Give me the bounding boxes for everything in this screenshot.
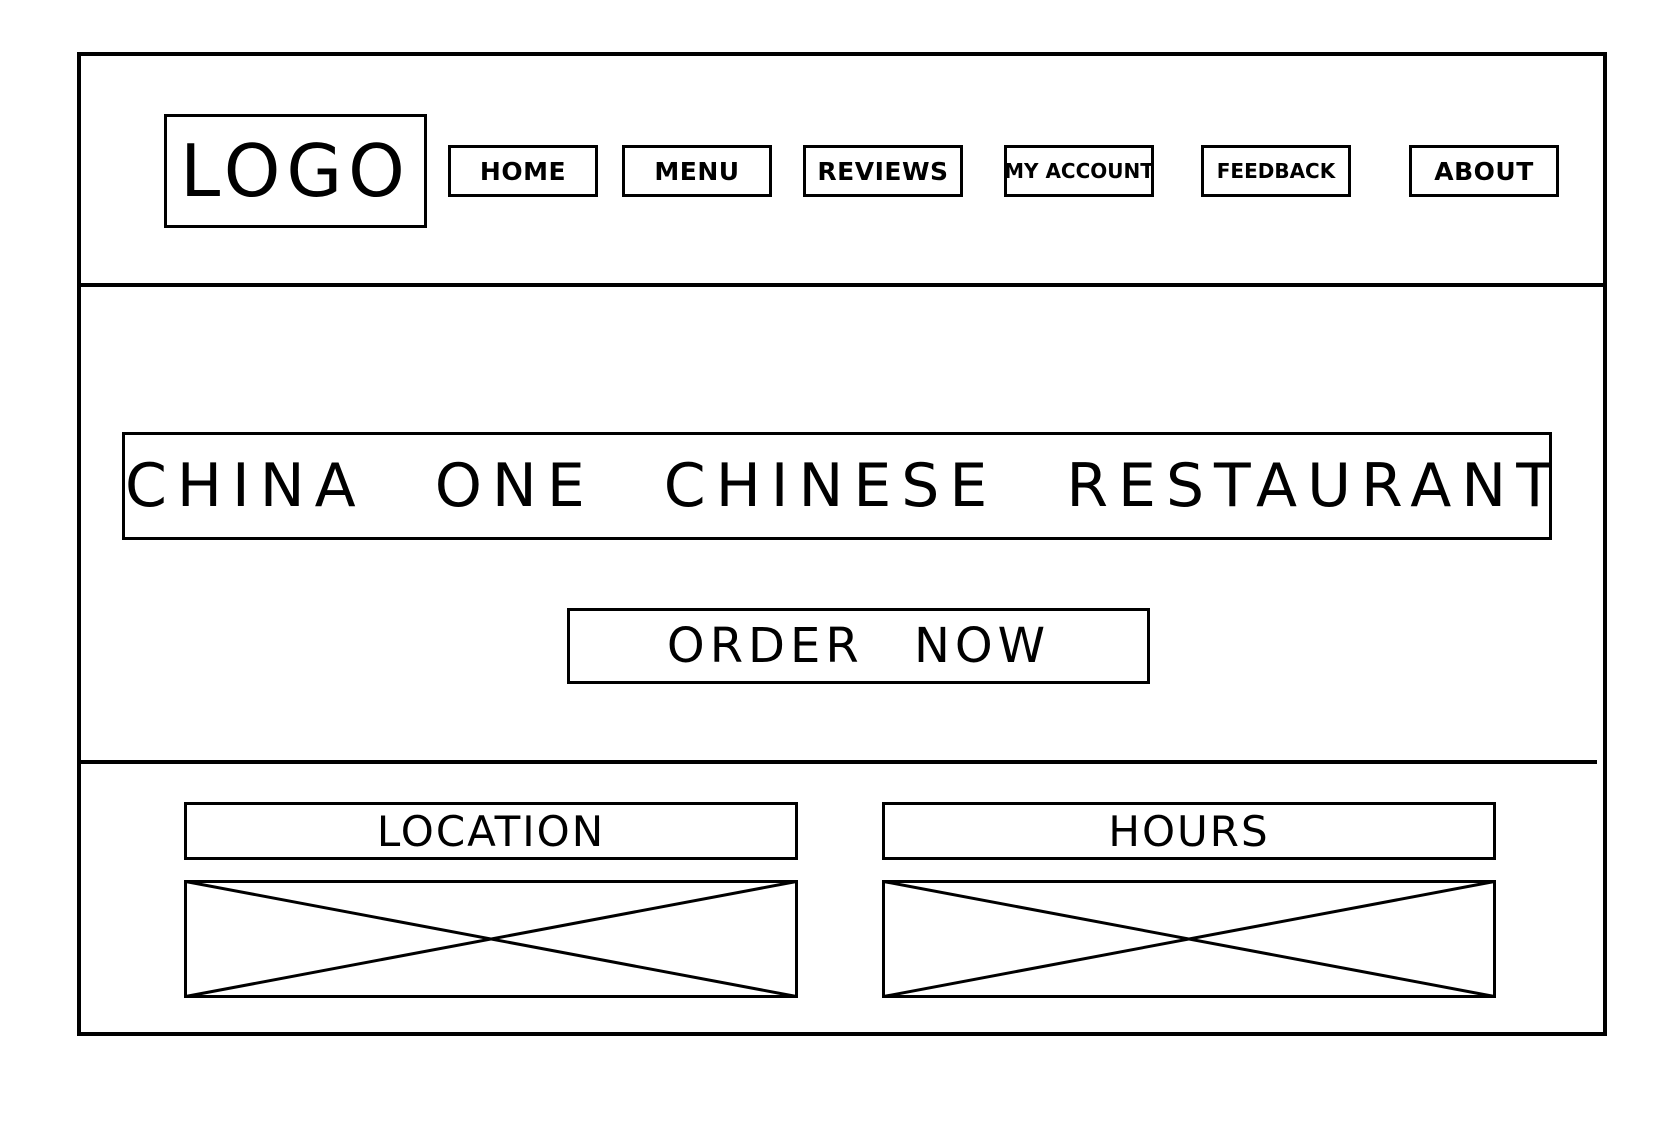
nav-reviews[interactable]: REVIEWS <box>803 145 963 197</box>
logo[interactable]: LOGO <box>164 114 427 228</box>
footer-divider <box>77 760 1597 764</box>
hours-heading: HOURS <box>882 802 1496 860</box>
location-heading: LOCATION <box>184 802 798 860</box>
order-now-button[interactable]: ORDER NOW <box>567 608 1150 684</box>
nav-feedback[interactable]: FEEDBACK <box>1201 145 1351 197</box>
hero-title: CHINA ONE CHINESE RESTAURANT <box>122 432 1552 540</box>
nav-my-account[interactable]: MY ACCOUNT <box>1004 145 1154 197</box>
nav-about[interactable]: ABOUT <box>1409 145 1559 197</box>
nav-home[interactable]: HOME <box>448 145 598 197</box>
nav-menu[interactable]: MENU <box>622 145 772 197</box>
hours-image-placeholder-icon <box>882 880 1496 998</box>
location-image-placeholder-icon <box>184 880 798 998</box>
header-divider <box>77 283 1607 287</box>
